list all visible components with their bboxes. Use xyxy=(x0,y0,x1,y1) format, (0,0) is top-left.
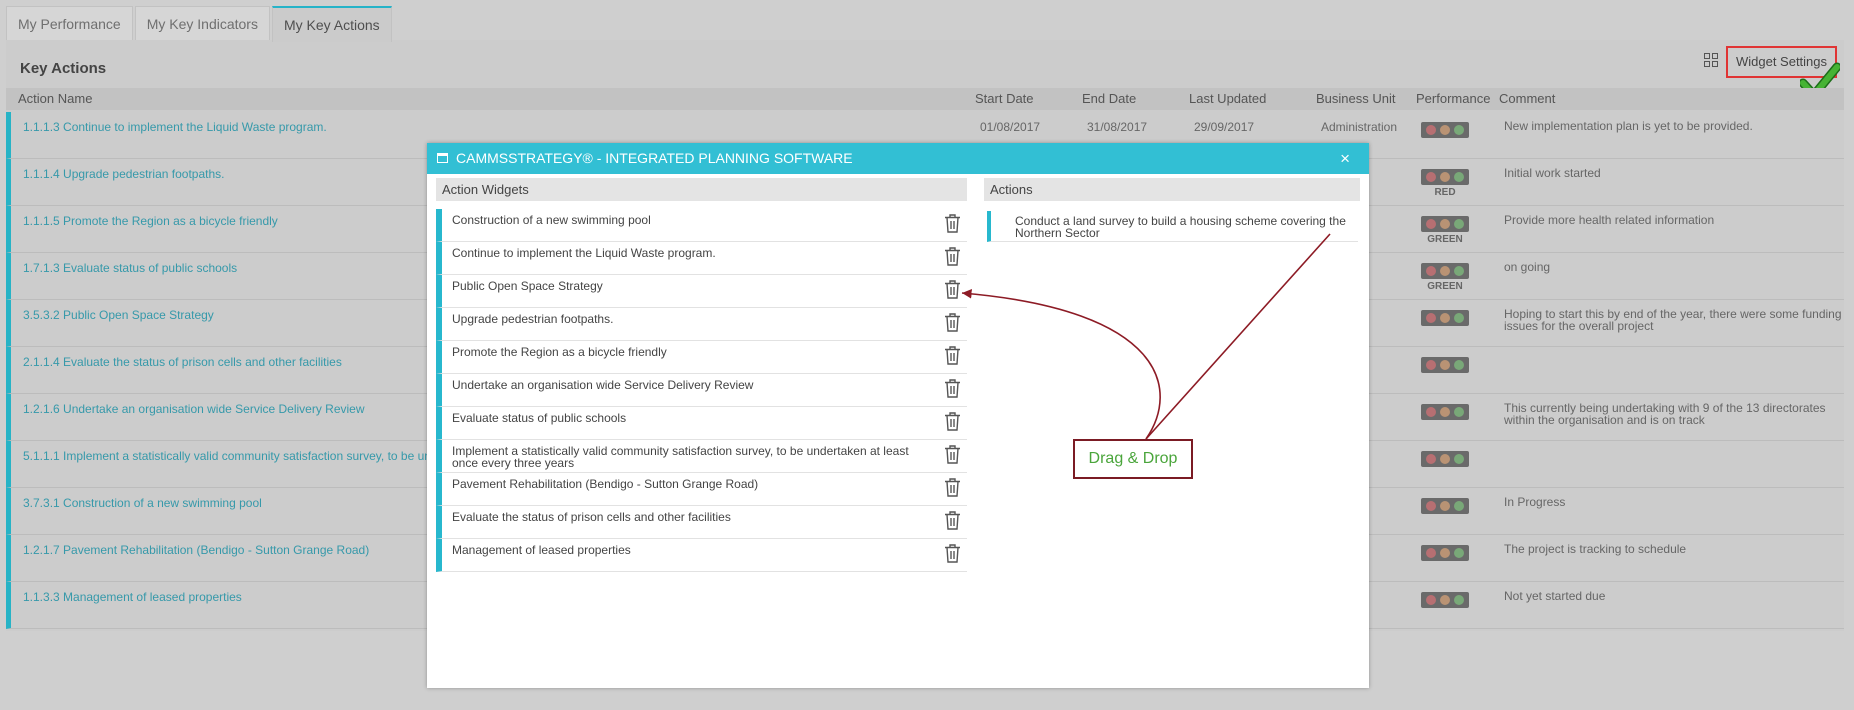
column-business-unit[interactable]: Business Unit xyxy=(1316,91,1395,106)
column-action-name[interactable]: Action Name xyxy=(18,91,92,106)
traffic-light-icon xyxy=(1421,592,1469,608)
action-widgets-list: Construction of a new swimming pool Cont… xyxy=(436,209,967,572)
traffic-light-icon xyxy=(1421,404,1469,420)
window-icon xyxy=(437,153,448,163)
performance-label: RED xyxy=(1434,187,1456,198)
action-name-link[interactable]: 1.2.1.6 Undertake an organisation wide S… xyxy=(23,402,365,416)
section-title: Key Actions xyxy=(20,60,107,77)
widget-item-label: Management of leased properties xyxy=(452,543,631,557)
dialog-header: CAMMSSTRATEGY® - INTEGRATED PLANNING SOF… xyxy=(427,143,1369,174)
column-end-date[interactable]: End Date xyxy=(1082,91,1136,106)
widget-item-label: Evaluate status of public schools xyxy=(452,411,627,425)
trash-icon[interactable] xyxy=(944,312,961,332)
widget-item[interactable]: Upgrade pedestrian footpaths. xyxy=(436,308,967,341)
action-name-link[interactable]: 3.7.3.1 Construction of a new swimming p… xyxy=(23,496,262,510)
action-name-link[interactable]: 1.1.3.3 Management of leased properties xyxy=(23,590,242,604)
comment: Initial work started xyxy=(1504,166,1601,180)
comment: This currently being undertaking with 9 … xyxy=(1504,401,1826,427)
traffic-light-icon xyxy=(1421,216,1469,232)
action-name-link[interactable]: 3.5.3.2 Public Open Space Strategy xyxy=(23,308,214,322)
widget-item-label: Continue to implement the Liquid Waste p… xyxy=(452,246,716,260)
widget-item[interactable]: Evaluate status of public schools xyxy=(436,407,967,440)
widget-item-label: Upgrade pedestrian footpaths. xyxy=(452,312,614,326)
end-date: 31/08/2017 xyxy=(1087,120,1148,134)
traffic-light-icon xyxy=(1421,451,1469,467)
action-name-link[interactable]: 1.1.1.3 Continue to implement the Liquid… xyxy=(23,120,327,134)
widget-item-label: Pavement Rehabilitation (Bendigo - Sutto… xyxy=(452,477,759,491)
widget-item[interactable]: Promote the Region as a bicycle friendly xyxy=(436,341,967,374)
trash-icon[interactable] xyxy=(944,279,961,299)
start-date: 01/08/2017 xyxy=(980,120,1041,134)
trash-icon[interactable] xyxy=(944,411,961,431)
action-name-link[interactable]: 1.1.1.4 Upgrade pedestrian footpaths. xyxy=(23,167,224,181)
tab-my-performance[interactable]: My Performance xyxy=(6,6,133,40)
widget-item-label: Undertake an organisation wide Service D… xyxy=(452,378,754,392)
widget-settings-dialog: CAMMSSTRATEGY® - INTEGRATED PLANNING SOF… xyxy=(427,143,1369,688)
comment: The project is tracking to schedule xyxy=(1504,542,1687,556)
trash-icon[interactable] xyxy=(944,444,961,464)
traffic-light-icon xyxy=(1421,498,1469,514)
trash-icon[interactable] xyxy=(944,345,961,365)
widget-item[interactable]: Pavement Rehabilitation (Bendigo - Sutto… xyxy=(436,473,967,506)
comment: In Progress xyxy=(1504,495,1566,509)
widget-item-label: Promote the Region as a bicycle friendly xyxy=(452,345,667,359)
widget-item[interactable]: Management of leased properties xyxy=(436,539,967,572)
trash-icon[interactable] xyxy=(944,246,961,266)
widget-item-label: Construction of a new swimming pool xyxy=(452,213,651,227)
trash-icon[interactable] xyxy=(944,213,961,233)
business-unit: Administration xyxy=(1321,120,1398,134)
column-comment[interactable]: Comment xyxy=(1499,91,1555,106)
grid-icon[interactable] xyxy=(1704,53,1718,67)
performance-label: GREEN xyxy=(1427,234,1463,245)
widget-item-label: Evaluate the status of prison cells and … xyxy=(452,510,731,524)
action-name-link[interactable]: 1.7.1.3 Evaluate status of public school… xyxy=(23,261,237,275)
traffic-light-icon xyxy=(1421,545,1469,561)
action-name-link[interactable]: 1.2.1.7 Pavement Rehabilitation (Bendigo… xyxy=(23,543,369,557)
traffic-light-icon xyxy=(1421,169,1469,185)
action-name-link[interactable]: 2.1.1.4 Evaluate the status of prison ce… xyxy=(23,355,342,369)
tab-my-key-indicators[interactable]: My Key Indicators xyxy=(134,6,270,40)
comment: on going xyxy=(1504,260,1551,274)
widget-item-label: Implement a statistically valid communit… xyxy=(452,444,909,470)
close-icon[interactable]: × xyxy=(1340,143,1350,174)
actions-header: Actions xyxy=(984,178,1360,201)
widget-item[interactable]: Implement a statistically valid communit… xyxy=(436,440,967,473)
widget-item[interactable]: Undertake an organisation wide Service D… xyxy=(436,374,967,407)
trash-icon[interactable] xyxy=(944,543,961,563)
widget-item[interactable]: Construction of a new swimming pool xyxy=(436,209,967,242)
trash-icon[interactable] xyxy=(944,477,961,497)
trash-icon[interactable] xyxy=(944,510,961,530)
action-name-link[interactable]: 1.1.1.5 Promote the Region as a bicycle … xyxy=(23,214,278,228)
traffic-light-icon xyxy=(1421,263,1469,279)
tab-my-key-actions[interactable]: My Key Actions xyxy=(271,6,392,42)
column-performance[interactable]: Performance xyxy=(1416,91,1490,106)
table-header: Action Name Start Date End Date Last Upd… xyxy=(6,88,1844,110)
comment: New implementation plan is yet to be pro… xyxy=(1504,119,1753,133)
comment: Provide more health related information xyxy=(1504,213,1715,227)
column-last-updated[interactable]: Last Updated xyxy=(1189,91,1266,106)
traffic-light-icon xyxy=(1421,310,1469,326)
comment: Hoping to start this by end of the year,… xyxy=(1504,307,1842,333)
performance-label: GREEN xyxy=(1427,281,1463,292)
last-updated: 29/09/2017 xyxy=(1194,120,1255,134)
column-start-date[interactable]: Start Date xyxy=(975,91,1034,106)
action-name-link[interactable]: 5.1.1.1 Implement a statistically valid … xyxy=(23,449,431,463)
traffic-light-icon xyxy=(1421,122,1469,138)
traffic-light-icon xyxy=(1421,357,1469,373)
tab-bar: My Performance My Key Indicators My Key … xyxy=(6,6,394,42)
action-item[interactable]: Conduct a land survey to build a housing… xyxy=(987,211,1358,242)
widget-item[interactable]: Evaluate the status of prison cells and … xyxy=(436,506,967,539)
widget-item[interactable]: Continue to implement the Liquid Waste p… xyxy=(436,242,967,275)
trash-icon[interactable] xyxy=(944,378,961,398)
widget-item[interactable]: Public Open Space Strategy xyxy=(436,275,967,308)
dialog-title: CAMMSSTRATEGY® - INTEGRATED PLANNING SOF… xyxy=(456,150,853,166)
comment: Not yet started due xyxy=(1504,589,1606,603)
widget-item-label: Public Open Space Strategy xyxy=(452,279,603,293)
action-widgets-header: Action Widgets xyxy=(436,178,967,201)
drag-drop-annotation: Drag & Drop xyxy=(1073,439,1193,479)
